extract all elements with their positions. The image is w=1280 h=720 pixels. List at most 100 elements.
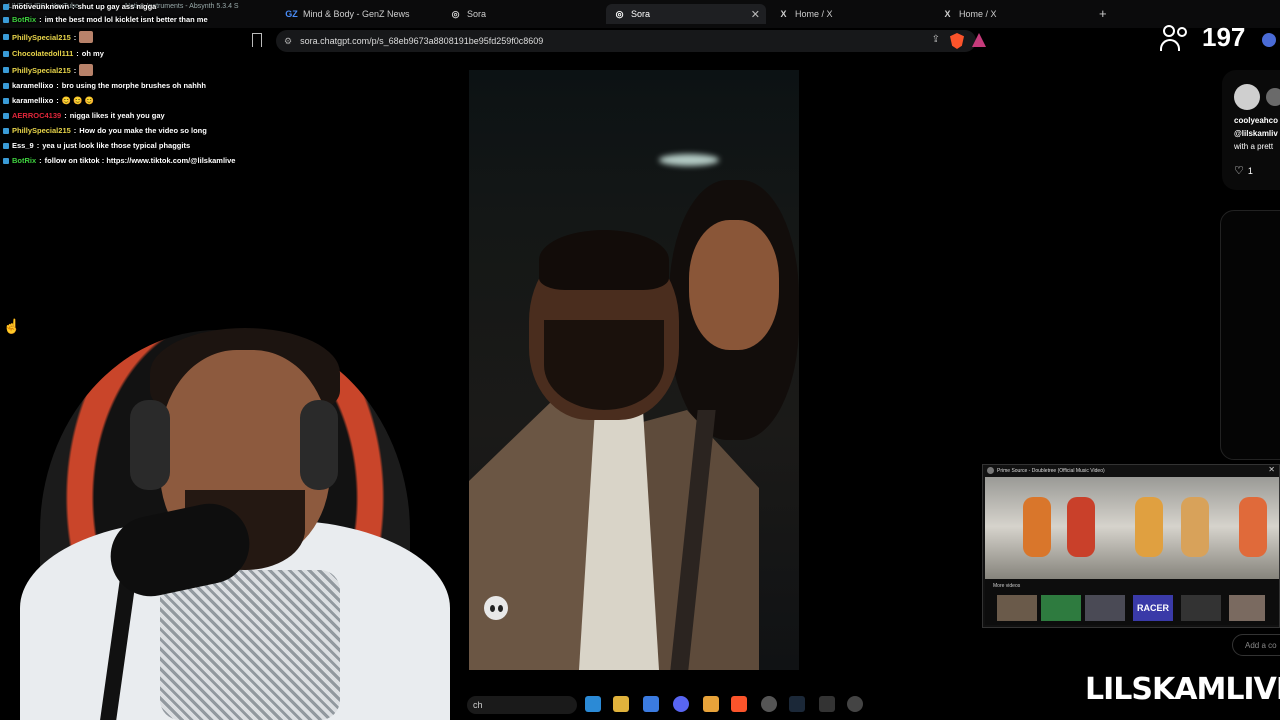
video-thumbnail[interactable]: RACER <box>1133 595 1173 621</box>
chat-message: PhillySpecial215: <box>3 64 94 76</box>
like-count: 1 <box>1247 165 1253 176</box>
address-bar[interactable]: ⚙ sora.chatgpt.com/p/s_68eb9673a8808191b… <box>276 30 976 52</box>
chat-badge-icon <box>3 157 9 164</box>
video-thumbnail[interactable] <box>1181 595 1221 621</box>
store-icon[interactable] <box>643 696 659 712</box>
viewer-count: 197 <box>1202 22 1246 52</box>
more-videos-label: More videos <box>993 583 1021 589</box>
chat-message: motiveunknown: shut up gay ass nigga <box>3 2 156 11</box>
chat-badge-icon <box>3 82 9 89</box>
chat-badge-icon <box>3 34 9 40</box>
streamer-watermark: LILSKAMLIVE <box>1085 672 1280 707</box>
tshirt-print <box>160 570 340 720</box>
feed-username[interactable]: coolyeahco <box>1234 116 1278 125</box>
chat-text: bro using the morphe brushes oh nahhh <box>61 81 206 90</box>
emote-icon <box>79 31 94 43</box>
comment-input[interactable]: Add a co <box>1232 634 1280 656</box>
steam-icon[interactable] <box>789 696 805 712</box>
app-icon[interactable] <box>703 696 719 712</box>
feed-post-card-2[interactable] <box>1220 210 1280 460</box>
video-thumbnail[interactable] <box>1085 595 1125 621</box>
tab-label: Home / X <box>795 9 833 19</box>
headphones <box>300 400 338 490</box>
chat-message: karamellixo: bro using the morphe brushes… <box>3 81 206 90</box>
video-figure-face <box>689 220 779 350</box>
chat-message: PhillySpecial215: <box>3 31 94 43</box>
tab-x-home-1[interactable]: X Home / X <box>770 4 930 24</box>
chat-username[interactable]: BotRix <box>12 15 36 24</box>
feed-mention[interactable]: @lilskamliv <box>1234 129 1278 138</box>
tab-label: Sora <box>467 9 487 19</box>
tab-genz-news[interactable]: GZ Mind & Body - GenZ News <box>278 4 438 24</box>
copilot-icon[interactable] <box>585 696 601 712</box>
x-icon: X <box>780 9 787 19</box>
chat-separator: : <box>73 126 77 135</box>
video-thumbnail[interactable] <box>1229 595 1265 621</box>
share-icon[interactable]: ⇪ <box>932 34 940 45</box>
chat-separator: : <box>72 2 75 11</box>
profile-icon[interactable] <box>1262 33 1276 47</box>
lantern <box>1181 497 1209 557</box>
tab-close-icon[interactable]: ✕ <box>751 8 760 21</box>
chat-username[interactable]: PhillySpecial215 <box>12 126 71 135</box>
chat-text: shut up gay ass nigga <box>77 2 157 11</box>
lantern <box>1023 497 1051 557</box>
url-text: sora.chatgpt.com/p/s_68eb9673a8808191be9… <box>300 36 544 46</box>
file-explorer-icon[interactable] <box>613 696 629 712</box>
like-button[interactable]: ♡ 1 <box>1234 164 1253 177</box>
close-icon[interactable]: ✕ <box>1268 465 1275 474</box>
chat-message: Chocolatedoll111: oh my <box>3 49 104 58</box>
taskbar-search[interactable]: ch <box>467 696 577 714</box>
heart-icon: ♡ <box>1234 165 1244 177</box>
tab-x-home-2[interactable]: X Home / X <box>934 4 1094 24</box>
video-figure-hair-man <box>539 230 669 290</box>
chat-separator: : <box>76 49 79 58</box>
chat-username[interactable]: motiveunknown <box>12 2 69 11</box>
brave-icon[interactable] <box>731 696 747 712</box>
tab-sora-active[interactable]: ◎ Sora ✕ <box>606 4 766 24</box>
chat-text: yea u just look like those typical phagg… <box>42 141 191 150</box>
chat-text: 😊 😊 😊 <box>61 96 94 105</box>
x-icon: X <box>944 9 951 19</box>
sora-icon: ◎ <box>451 8 460 19</box>
app-icon[interactable] <box>847 696 863 712</box>
chat-separator: : <box>56 96 59 105</box>
video-thumbnail[interactable] <box>1041 595 1081 621</box>
miniplayer-title-text: Prime Source - Doubletree (Official Musi… <box>997 467 1105 474</box>
chat-separator: : <box>36 141 40 150</box>
app-icon[interactable] <box>819 696 835 712</box>
chat-username[interactable]: Chocolatedoll111 <box>12 49 73 58</box>
chat-username[interactable]: karamellixo <box>12 96 53 105</box>
new-tab-icon[interactable]: + <box>1099 6 1107 21</box>
avatar-secondary[interactable] <box>1266 88 1280 106</box>
miniplayer-video[interactable] <box>985 477 1279 587</box>
chat-text: How do you make the video so long <box>79 126 207 135</box>
chat-badge-icon <box>3 97 9 104</box>
chat-username[interactable]: Ess_9 <box>12 141 34 150</box>
app-icon[interactable] <box>761 696 777 712</box>
tab-sora-1[interactable]: ◎ Sora <box>442 4 602 24</box>
chat-separator: : <box>73 32 77 42</box>
chat-badge-icon <box>3 67 9 73</box>
discord-icon[interactable] <box>673 696 689 712</box>
lantern <box>1239 497 1267 557</box>
chat-username[interactable]: AERROC4139 <box>12 111 61 120</box>
chat-badge-icon <box>3 3 9 10</box>
chat-username[interactable]: BotRix <box>12 156 36 165</box>
chat-text: oh my <box>81 49 104 58</box>
chat-username[interactable]: PhillySpecial215 <box>12 33 71 42</box>
feed-caption: with a prett <box>1234 142 1274 151</box>
avatar[interactable] <box>1234 84 1260 110</box>
lantern <box>1067 497 1095 557</box>
more-videos-strip: More videos RACER <box>985 579 1279 625</box>
chat-username[interactable]: PhillySpecial215 <box>12 66 71 75</box>
video-thumbnail[interactable] <box>997 595 1037 621</box>
car-light <box>659 154 719 166</box>
chat-username[interactable]: karamellixo <box>12 81 53 90</box>
youtube-miniplayer[interactable]: Prime Source - Doubletree (Official Musi… <box>982 464 1280 628</box>
chat-separator: : <box>64 111 67 120</box>
tab-label: Mind & Body - GenZ News <box>303 9 410 19</box>
sora-video-player[interactable] <box>469 70 799 670</box>
viewer-counter: 197 <box>1160 22 1245 53</box>
chat-message: AERROC4139: nigga likes it yeah you gay <box>3 111 165 120</box>
